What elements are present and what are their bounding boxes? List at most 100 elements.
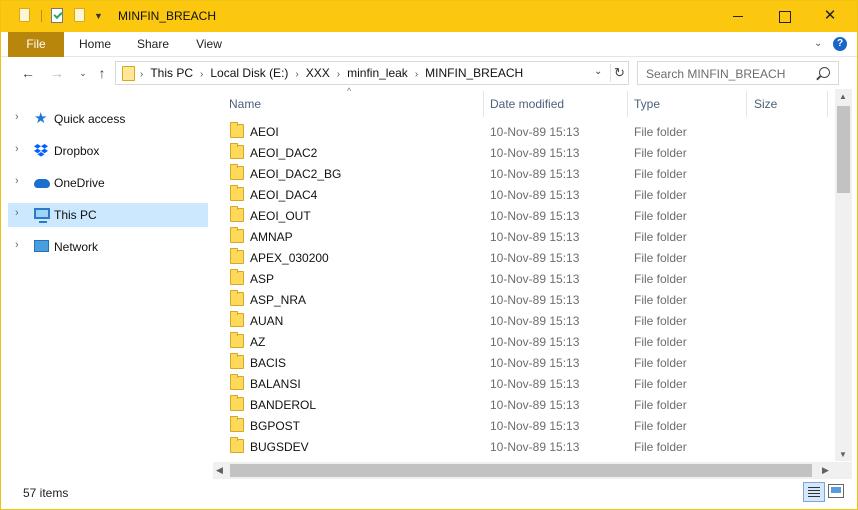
table-row[interactable]: APEX_030200 10-Nov-89 15:13 File folder — [213, 247, 833, 268]
file-name[interactable]: AEOI_DAC4 — [250, 188, 317, 202]
file-date-modified: 10-Nov-89 15:13 — [490, 146, 580, 160]
breadcrumb-minfin-leak[interactable]: minfin_leak — [347, 66, 408, 80]
search-icon[interactable] — [819, 67, 830, 78]
address-bar[interactable]: › This PC › Local Disk (E:) › XXX › minfin_leak… — [115, 61, 629, 85]
folder-icon — [230, 353, 244, 369]
file-name[interactable]: AEOI_DAC2 — [250, 146, 317, 160]
file-name[interactable]: APEX_030200 — [250, 251, 329, 265]
column-header-type[interactable]: Type — [634, 97, 660, 111]
file-name[interactable]: AZ — [250, 335, 265, 349]
column-divider[interactable] — [827, 91, 828, 117]
breadcrumb-xxx[interactable]: XXX — [306, 66, 330, 80]
folder-icon — [230, 248, 244, 264]
column-header-size[interactable]: Size — [754, 97, 777, 111]
refresh-icon[interactable]: ↻ — [610, 64, 628, 82]
tab-share[interactable]: Share — [125, 32, 181, 57]
table-row[interactable]: BGPOST 10-Nov-89 15:13 File folder — [213, 415, 833, 436]
file-date-modified: 10-Nov-89 15:13 — [490, 230, 580, 244]
table-row[interactable]: BACIS 10-Nov-89 15:13 File folder — [213, 352, 833, 373]
table-row[interactable]: BALANSI 10-Nov-89 15:13 File folder — [213, 373, 833, 394]
horizontal-scroll-thumb[interactable] — [230, 464, 812, 477]
breadcrumb-minfin-breach[interactable]: MINFIN_BREACH — [425, 66, 523, 80]
table-row[interactable]: AEOI_DAC2 10-Nov-89 15:13 File folder — [213, 142, 833, 163]
tab-view[interactable]: View — [181, 32, 237, 57]
table-row[interactable]: ASP_NRA 10-Nov-89 15:13 File folder — [213, 289, 833, 310]
sort-ascending-icon: ^ — [347, 86, 352, 96]
file-name[interactable]: AEOI — [250, 125, 279, 139]
breadcrumb-separator-icon[interactable]: › — [415, 69, 418, 80]
column-header-date-modified[interactable]: Date modified — [490, 97, 564, 111]
table-row[interactable]: BUGSDEV 10-Nov-89 15:13 File folder — [213, 436, 833, 457]
breadcrumb-local-disk[interactable]: Local Disk (E:) — [210, 66, 288, 80]
table-row[interactable]: AEOI_DAC2_BG 10-Nov-89 15:13 File folder — [213, 163, 833, 184]
table-row[interactable]: BANDEROL 10-Nov-89 15:13 File folder — [213, 394, 833, 415]
table-row[interactable]: AEOI 10-Nov-89 15:13 File folder — [213, 121, 833, 142]
file-name[interactable]: BACIS — [250, 356, 286, 370]
sidebar-item-network[interactable]: › Network — [8, 235, 208, 259]
search-input[interactable]: Search MINFIN_BREACH — [646, 67, 785, 81]
expand-chevron-icon[interactable]: › — [15, 175, 19, 187]
scroll-down-arrow-icon[interactable]: ▼ — [839, 450, 847, 459]
help-icon[interactable]: ? — [833, 37, 847, 51]
table-row[interactable]: AMNAP 10-Nov-89 15:13 File folder — [213, 226, 833, 247]
details-view-button[interactable] — [803, 482, 825, 502]
breadcrumb-separator-icon[interactable]: › — [140, 69, 143, 80]
breadcrumb-this-pc[interactable]: This PC — [150, 66, 193, 80]
table-row[interactable]: AEOI_OUT 10-Nov-89 15:13 File folder — [213, 205, 833, 226]
breadcrumb-separator-icon[interactable]: › — [337, 69, 340, 80]
up-arrow-icon[interactable]: ↑ — [92, 63, 112, 83]
tab-file[interactable]: File — [8, 32, 64, 57]
recent-locations-icon[interactable]: ⌄ — [73, 63, 93, 83]
column-divider[interactable] — [483, 91, 484, 117]
close-button[interactable]: ✕ — [807, 1, 853, 32]
vertical-scroll-thumb[interactable] — [837, 106, 850, 193]
expand-chevron-icon[interactable]: › — [15, 207, 19, 219]
file-name[interactable]: AEOI_OUT — [250, 209, 311, 223]
address-history-dropdown-icon[interactable]: ⌄ — [594, 66, 602, 77]
table-row[interactable]: AUAN 10-Nov-89 15:13 File folder — [213, 310, 833, 331]
sidebar-item-dropbox[interactable]: › Dropbox — [8, 139, 208, 163]
file-name[interactable]: AMNAP — [250, 230, 293, 244]
scroll-right-arrow-icon[interactable]: ▶ — [822, 465, 829, 476]
scroll-up-arrow-icon[interactable]: ▲ — [839, 92, 847, 101]
file-date-modified: 10-Nov-89 15:13 — [490, 398, 580, 412]
forward-arrow-icon[interactable]: → — [47, 63, 67, 83]
table-row[interactable]: AEOI_DAC4 10-Nov-89 15:13 File folder — [213, 184, 833, 205]
horizontal-scrollbar[interactable]: ◀ ▶ — [213, 462, 835, 479]
table-row[interactable]: ASP 10-Nov-89 15:13 File folder — [213, 268, 833, 289]
new-folder-icon[interactable] — [74, 8, 85, 22]
breadcrumb-separator-icon[interactable]: › — [295, 69, 298, 80]
column-divider[interactable] — [746, 91, 747, 117]
expand-ribbon-icon[interactable]: ⌄ — [814, 38, 822, 49]
maximize-button[interactable] — [761, 1, 807, 32]
tab-home[interactable]: Home — [67, 32, 123, 57]
search-box[interactable]: Search MINFIN_BREACH — [637, 61, 839, 85]
column-divider[interactable] — [627, 91, 628, 117]
file-name[interactable]: ASP — [250, 272, 274, 286]
file-name[interactable]: BGPOST — [250, 419, 300, 433]
title-bar[interactable]: ▼ MINFIN_BREACH ✕ — [1, 1, 857, 32]
back-arrow-icon[interactable]: ← — [18, 63, 38, 83]
sidebar-item-quick-access[interactable]: › ★ Quick access — [8, 107, 208, 131]
file-name[interactable]: ASP_NRA — [250, 293, 306, 307]
minimize-button[interactable] — [715, 1, 761, 32]
file-name[interactable]: BALANSI — [250, 377, 301, 391]
table-row[interactable]: AZ 10-Nov-89 15:13 File folder — [213, 331, 833, 352]
customize-quick-access-icon[interactable]: ▼ — [94, 11, 103, 21]
file-name[interactable]: AEOI_DAC2_BG — [250, 167, 341, 181]
sidebar-item-this-pc[interactable]: › This PC — [8, 203, 208, 227]
column-header-name[interactable]: Name — [229, 97, 261, 111]
sidebar-item-onedrive[interactable]: › OneDrive — [8, 171, 208, 195]
file-name[interactable]: AUAN — [250, 314, 283, 328]
scroll-left-arrow-icon[interactable]: ◀ — [216, 465, 223, 476]
expand-chevron-icon[interactable]: › — [15, 143, 19, 155]
expand-chevron-icon[interactable]: › — [15, 239, 19, 251]
file-name[interactable]: BUGSDEV — [250, 440, 309, 454]
expand-chevron-icon[interactable]: › — [15, 111, 19, 123]
file-type: File folder — [634, 440, 687, 454]
file-name[interactable]: BANDEROL — [250, 398, 316, 412]
breadcrumb-separator-icon[interactable]: › — [200, 69, 203, 80]
properties-icon[interactable] — [51, 8, 63, 23]
vertical-scrollbar[interactable]: ▲ ▼ — [835, 89, 852, 461]
large-icons-view-button[interactable] — [828, 484, 844, 498]
